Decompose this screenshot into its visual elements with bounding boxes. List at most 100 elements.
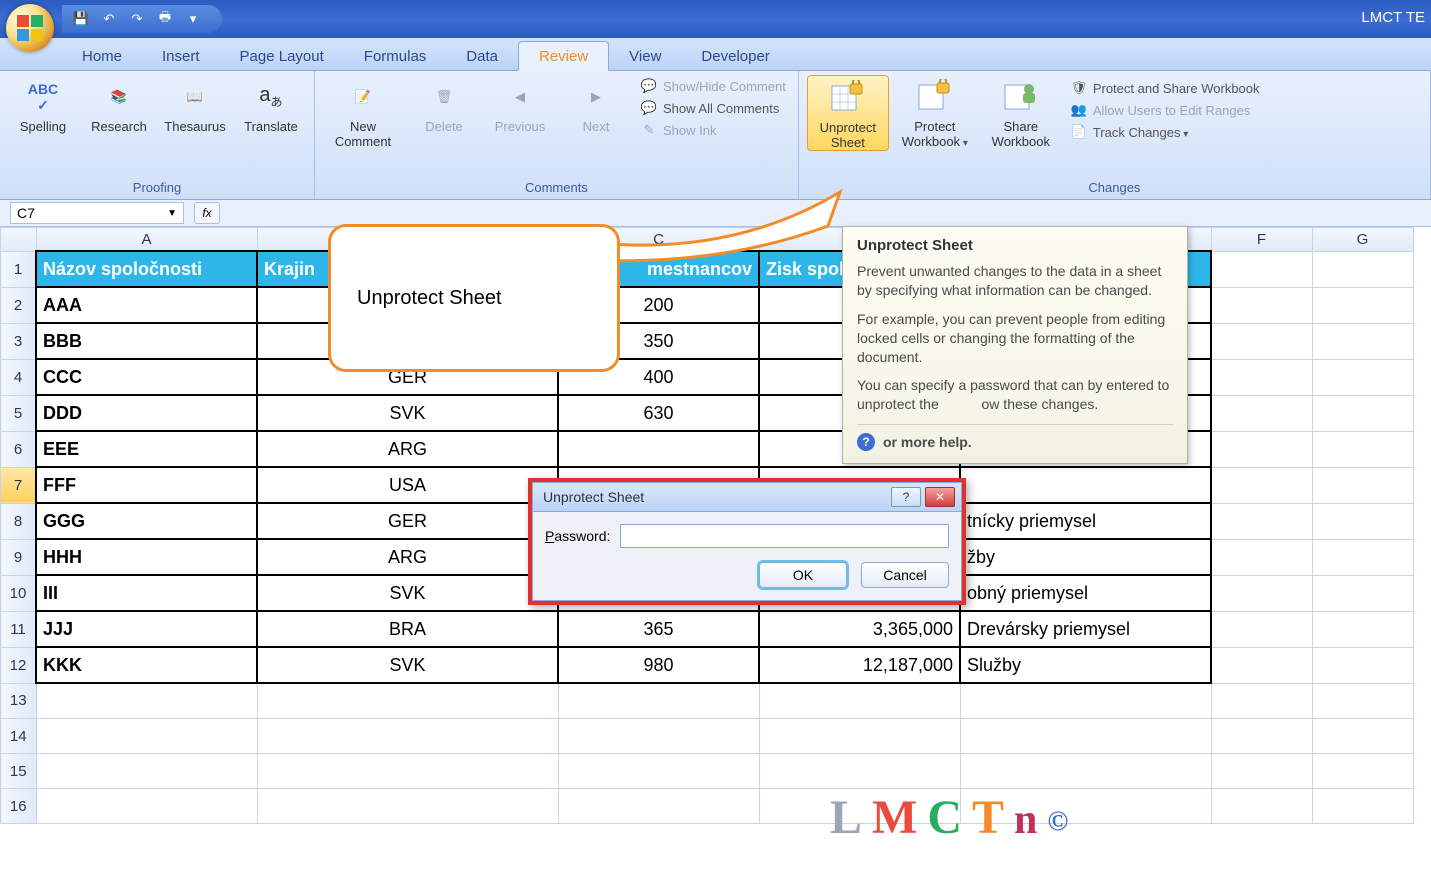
cell[interactable] <box>36 754 257 789</box>
cell[interactable]: žby <box>960 539 1211 575</box>
cell[interactable] <box>558 789 759 824</box>
cell[interactable] <box>1211 719 1312 754</box>
name-box[interactable]: C7 ▼ <box>10 202 184 224</box>
tab-review[interactable]: Review <box>518 41 609 71</box>
cell[interactable] <box>558 719 759 754</box>
cell[interactable]: ARG <box>257 539 558 575</box>
cell[interactable] <box>1312 431 1413 467</box>
protect-share-workbook-button[interactable]: 🛡 Protect and Share Workbook <box>1067 79 1264 97</box>
tab-developer[interactable]: Developer <box>681 42 789 70</box>
cell[interactable] <box>1211 503 1312 539</box>
cell[interactable] <box>759 683 960 719</box>
row-header-11[interactable]: 11 <box>1 611 37 647</box>
cell[interactable] <box>1312 789 1413 824</box>
dialog-titlebar[interactable]: Unprotect Sheet ? ✕ <box>532 482 962 512</box>
cell[interactable] <box>1211 395 1312 431</box>
col-header-G[interactable]: G <box>1312 228 1413 252</box>
cell[interactable] <box>1211 359 1312 395</box>
office-button[interactable] <box>6 4 54 52</box>
cell[interactable]: JJJ <box>36 611 257 647</box>
ok-button[interactable]: OK <box>759 562 847 588</box>
research-button[interactable]: 📚 Research <box>84 75 154 134</box>
cell[interactable] <box>36 719 257 754</box>
cell[interactable] <box>257 719 558 754</box>
cell[interactable] <box>1211 287 1312 323</box>
share-workbook-button[interactable]: Share Workbook <box>981 75 1061 149</box>
cell[interactable] <box>1211 251 1312 287</box>
cell[interactable]: FFF <box>36 467 257 503</box>
cell[interactable]: BBB <box>36 323 257 359</box>
cell[interactable]: HHH <box>36 539 257 575</box>
cell[interactable]: 980 <box>558 647 759 683</box>
protect-workbook-button[interactable]: Protect Workbook <box>895 75 975 149</box>
cell[interactable] <box>1312 575 1413 611</box>
cell[interactable] <box>1211 431 1312 467</box>
cell[interactable] <box>1312 323 1413 359</box>
cell[interactable]: EEE <box>36 431 257 467</box>
row-header-13[interactable]: 13 <box>1 683 37 719</box>
cell[interactable]: 630 <box>558 395 759 431</box>
col-header-A[interactable]: A <box>36 228 257 252</box>
cell[interactable]: SVK <box>257 575 558 611</box>
cell[interactable] <box>960 754 1211 789</box>
cell[interactable] <box>257 754 558 789</box>
cell[interactable]: USA <box>257 467 558 503</box>
cell[interactable]: obný priemysel <box>960 575 1211 611</box>
col-header-F[interactable]: F <box>1211 228 1312 252</box>
cell[interactable] <box>558 683 759 719</box>
cell[interactable] <box>1211 647 1312 683</box>
qat-customize-icon[interactable]: ▾ <box>184 10 202 28</box>
quick-print-icon[interactable]: 🖶 <box>156 10 174 28</box>
cancel-button[interactable]: Cancel <box>861 562 949 588</box>
row-header-10[interactable]: 10 <box>1 575 37 611</box>
cell[interactable] <box>1211 467 1312 503</box>
cell[interactable] <box>1312 647 1413 683</box>
cell[interactable] <box>1312 395 1413 431</box>
dialog-help-button[interactable]: ? <box>891 487 921 507</box>
cell[interactable]: 12,187,000 <box>759 647 960 683</box>
cell[interactable]: III <box>36 575 257 611</box>
cell[interactable]: DDD <box>36 395 257 431</box>
thesaurus-button[interactable]: 📖 Thesaurus <box>160 75 230 134</box>
undo-icon[interactable]: ↶ <box>100 10 118 28</box>
cell[interactable]: 3,365,000 <box>759 611 960 647</box>
cell[interactable]: Drevársky priemysel <box>960 611 1211 647</box>
cell[interactable] <box>1312 503 1413 539</box>
cell[interactable] <box>1211 789 1312 824</box>
cell[interactable] <box>36 789 257 824</box>
show-all-comments-button[interactable]: 💬 Show All Comments <box>637 99 790 117</box>
redo-icon[interactable]: ↷ <box>128 10 146 28</box>
row-header-6[interactable]: 6 <box>1 431 37 467</box>
row-header-2[interactable]: 2 <box>1 287 37 323</box>
cell[interactable] <box>960 683 1211 719</box>
name-box-dropdown-icon[interactable]: ▼ <box>167 208 177 219</box>
row-header-5[interactable]: 5 <box>1 395 37 431</box>
cell[interactable] <box>1312 359 1413 395</box>
cell[interactable]: SVK <box>257 647 558 683</box>
spelling-button[interactable]: ABC✓ Spelling <box>8 75 78 134</box>
cell[interactable] <box>1211 754 1312 789</box>
row-header-3[interactable]: 3 <box>1 323 37 359</box>
cell[interactable] <box>1312 611 1413 647</box>
cell[interactable]: Služby <box>960 647 1211 683</box>
cell[interactable]: SVK <box>257 395 558 431</box>
cell[interactable] <box>759 719 960 754</box>
unprotect-sheet-button[interactable]: Unprotect Sheet <box>807 75 889 151</box>
tab-page-layout[interactable]: Page Layout <box>220 42 344 70</box>
cell[interactable]: tnícky priemysel <box>960 503 1211 539</box>
cell[interactable] <box>1211 323 1312 359</box>
cell[interactable]: Názov spoločnosti <box>36 251 257 287</box>
row-header-4[interactable]: 4 <box>1 359 37 395</box>
row-header-12[interactable]: 12 <box>1 647 37 683</box>
cell[interactable] <box>759 754 960 789</box>
tab-data[interactable]: Data <box>446 42 518 70</box>
cell[interactable] <box>960 719 1211 754</box>
cell[interactable] <box>1312 683 1413 719</box>
new-comment-button[interactable]: 📝 New Comment <box>323 75 403 149</box>
fx-button[interactable]: fx <box>194 202 220 224</box>
cell[interactable] <box>1312 719 1413 754</box>
cell[interactable] <box>1312 539 1413 575</box>
cell[interactable]: GER <box>257 503 558 539</box>
cell[interactable] <box>1312 754 1413 789</box>
translate-button[interactable]: aあ Translate <box>236 75 306 134</box>
